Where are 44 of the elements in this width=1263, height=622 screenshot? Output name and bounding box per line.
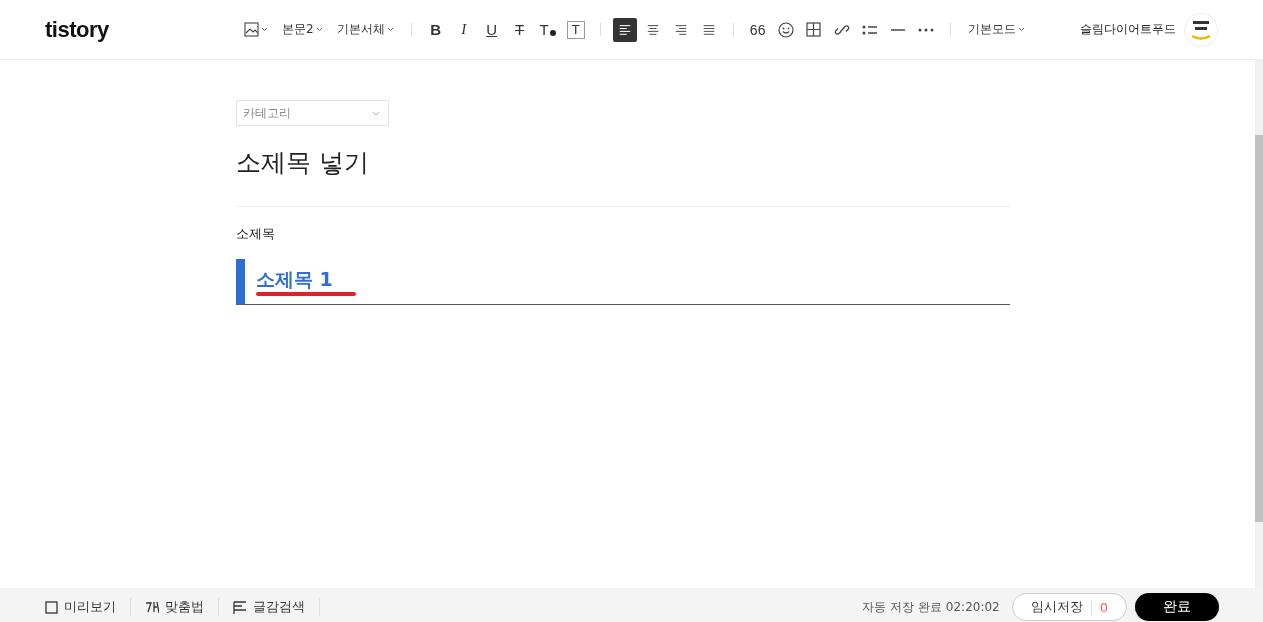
- user-name[interactable]: 슬림다이어트푸드: [1080, 21, 1176, 38]
- square-icon: [45, 600, 58, 614]
- image-icon: [244, 22, 259, 37]
- caret-icon: [1017, 27, 1025, 32]
- document-icon: [233, 600, 247, 614]
- italic-button[interactable]: I: [451, 17, 476, 42]
- caret-icon: [315, 27, 323, 32]
- post-title[interactable]: 소제목 넣기: [236, 146, 1010, 179]
- quote-button[interactable]: 66: [745, 17, 770, 42]
- category-select[interactable]: 카테고리: [236, 100, 389, 126]
- scroll-thumb[interactable]: [1255, 135, 1263, 522]
- align-justify-icon: [701, 23, 716, 36]
- draft-count: 0: [1090, 599, 1108, 615]
- more-icon: [917, 27, 934, 32]
- subheading: 소제목 1: [256, 268, 333, 291]
- tistory-logo[interactable]: tistory: [45, 16, 225, 43]
- background-button[interactable]: T: [563, 17, 588, 42]
- caret-icon: [372, 110, 380, 116]
- list-icon: [862, 23, 878, 36]
- table-icon: [806, 22, 822, 37]
- format-dropdown[interactable]: 본문2: [277, 17, 328, 42]
- scrollbar[interactable]: [1255, 60, 1263, 588]
- save-draft-button[interactable]: 임시저장 0: [1011, 593, 1127, 621]
- strike-button[interactable]: T: [507, 17, 532, 42]
- body-text: 소제목: [236, 225, 276, 243]
- color-button[interactable]: T: [535, 17, 560, 42]
- align-right-icon: [673, 23, 688, 36]
- align-center-icon: [645, 23, 660, 36]
- horizontal-line-icon: [890, 28, 905, 31]
- autosave-status: 자동 저장 완료 02:20:02: [862, 598, 1000, 616]
- footer-button[interactable]: 미리보기: [45, 598, 131, 616]
- footer-button[interactable]: 맞춤법: [145, 598, 219, 616]
- align-left-icon: [617, 23, 632, 36]
- bold-button[interactable]: B: [423, 17, 448, 42]
- footer-button[interactable]: 글감검색: [233, 598, 320, 616]
- underline-button[interactable]: U: [479, 17, 504, 42]
- mode-dropdown[interactable]: 기본모드: [962, 17, 1030, 42]
- caret-icon: [386, 27, 394, 32]
- spell-check-icon: [145, 600, 159, 614]
- format-dropdown[interactable]: 기본서체: [331, 17, 399, 42]
- align-button[interactable]: [612, 17, 637, 42]
- smiley-icon: [777, 21, 794, 38]
- publish-button[interactable]: 완료: [1135, 593, 1219, 621]
- caret-icon: [261, 27, 268, 32]
